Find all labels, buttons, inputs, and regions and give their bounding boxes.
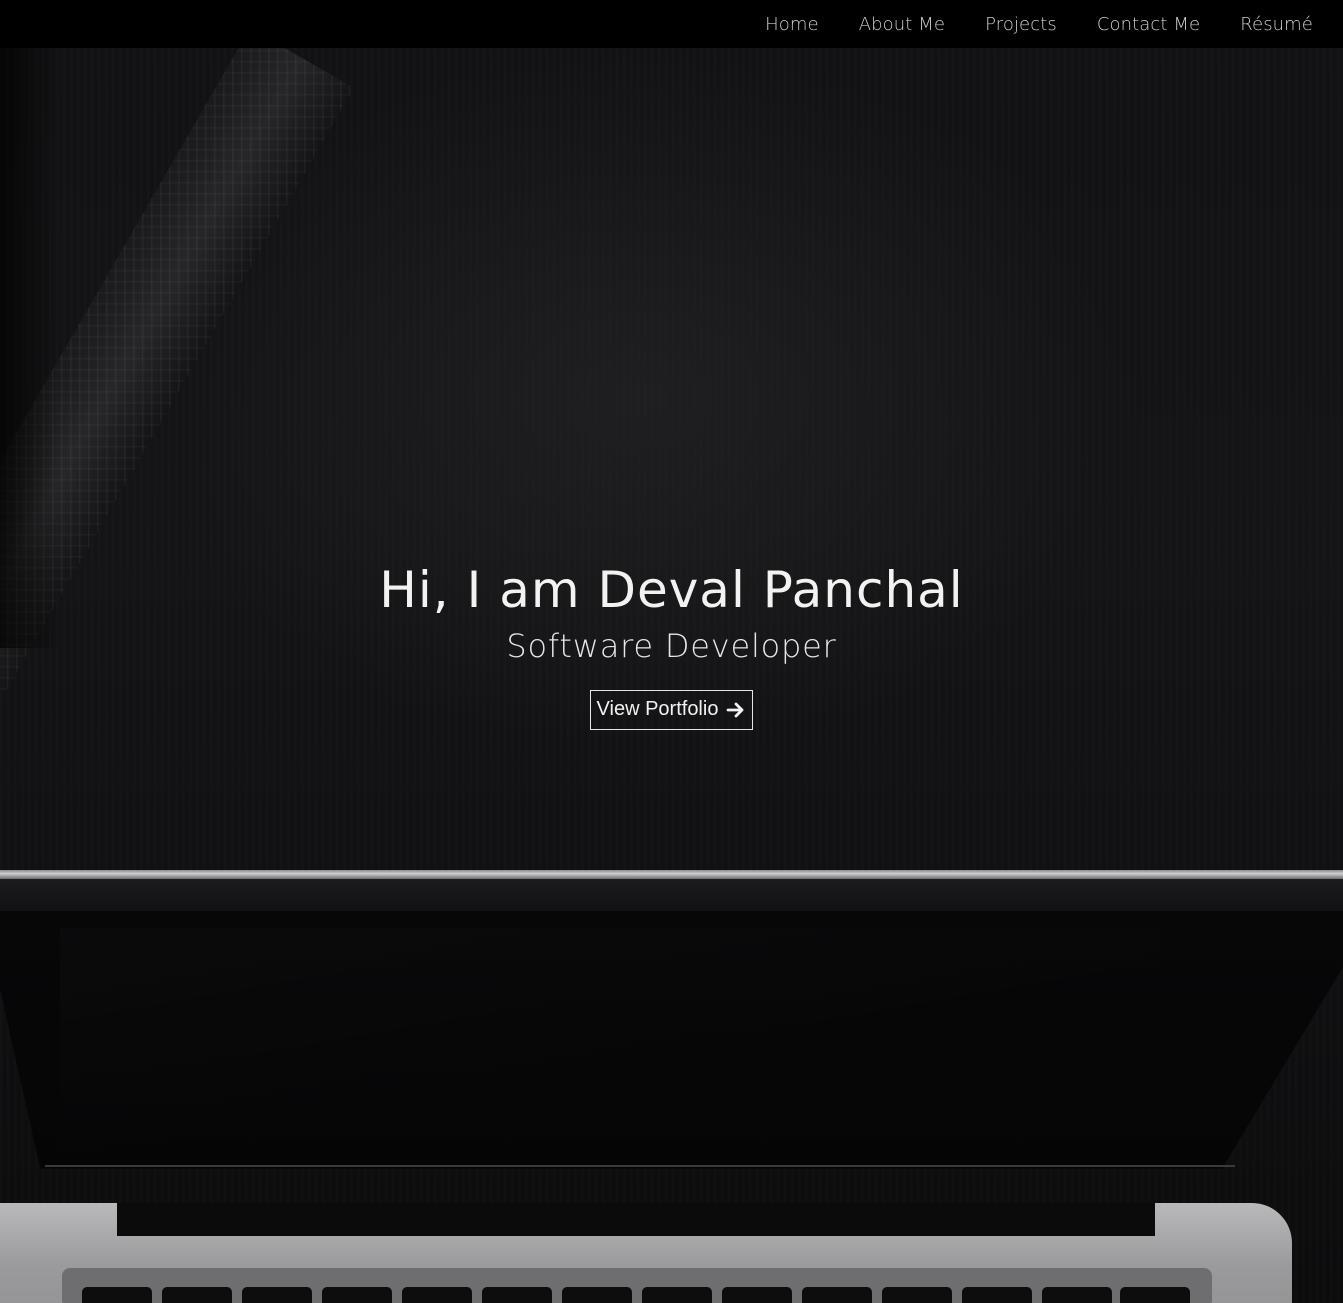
keyboard-key (962, 1287, 1032, 1303)
hero-content: Hi, I am Deval Panchal Software Develope… (0, 558, 1343, 730)
hero-title: Hi, I am Deval Panchal (379, 561, 964, 619)
view-portfolio-button[interactable]: View Portfolio (589, 690, 754, 730)
nav-link-contact-me[interactable]: Contact Me (1097, 14, 1200, 35)
keyboard-key (1120, 1287, 1190, 1303)
nav-link-resume[interactable]: Résumé (1240, 14, 1313, 35)
hero-subtitle: Software Developer (506, 627, 837, 665)
nav-link-home[interactable]: Home (765, 14, 819, 35)
keyboard-key (882, 1287, 952, 1303)
view-portfolio-label: View Portfolio (596, 698, 719, 720)
laptop-lid-edge (0, 870, 1343, 879)
screen-bottom-edge (45, 1165, 1235, 1167)
keyboard-key (482, 1287, 552, 1303)
keyboard-key (642, 1287, 712, 1303)
keyboard-key (1042, 1287, 1112, 1303)
page: Home About Me Projects Contact Me Résumé… (0, 0, 1343, 1303)
laptop-hinge (117, 1203, 1155, 1236)
arrow-right-icon (726, 701, 746, 719)
nav-link-about-me[interactable]: About Me (859, 14, 945, 35)
top-navbar: Home About Me Projects Contact Me Résumé (0, 0, 1343, 48)
keyboard-key (162, 1287, 232, 1303)
laptop-bezel (0, 879, 1343, 911)
keyboard-key (802, 1287, 872, 1303)
keyboard-key (402, 1287, 472, 1303)
screen-reflection (60, 928, 1160, 1168)
keyboard-key (82, 1287, 152, 1303)
nav-link-projects[interactable]: Projects (985, 14, 1057, 35)
keyboard-key (562, 1287, 632, 1303)
keyboard-key (322, 1287, 392, 1303)
keyboard-key (722, 1287, 792, 1303)
keyboard-well (62, 1268, 1212, 1303)
keyboard-key (242, 1287, 312, 1303)
